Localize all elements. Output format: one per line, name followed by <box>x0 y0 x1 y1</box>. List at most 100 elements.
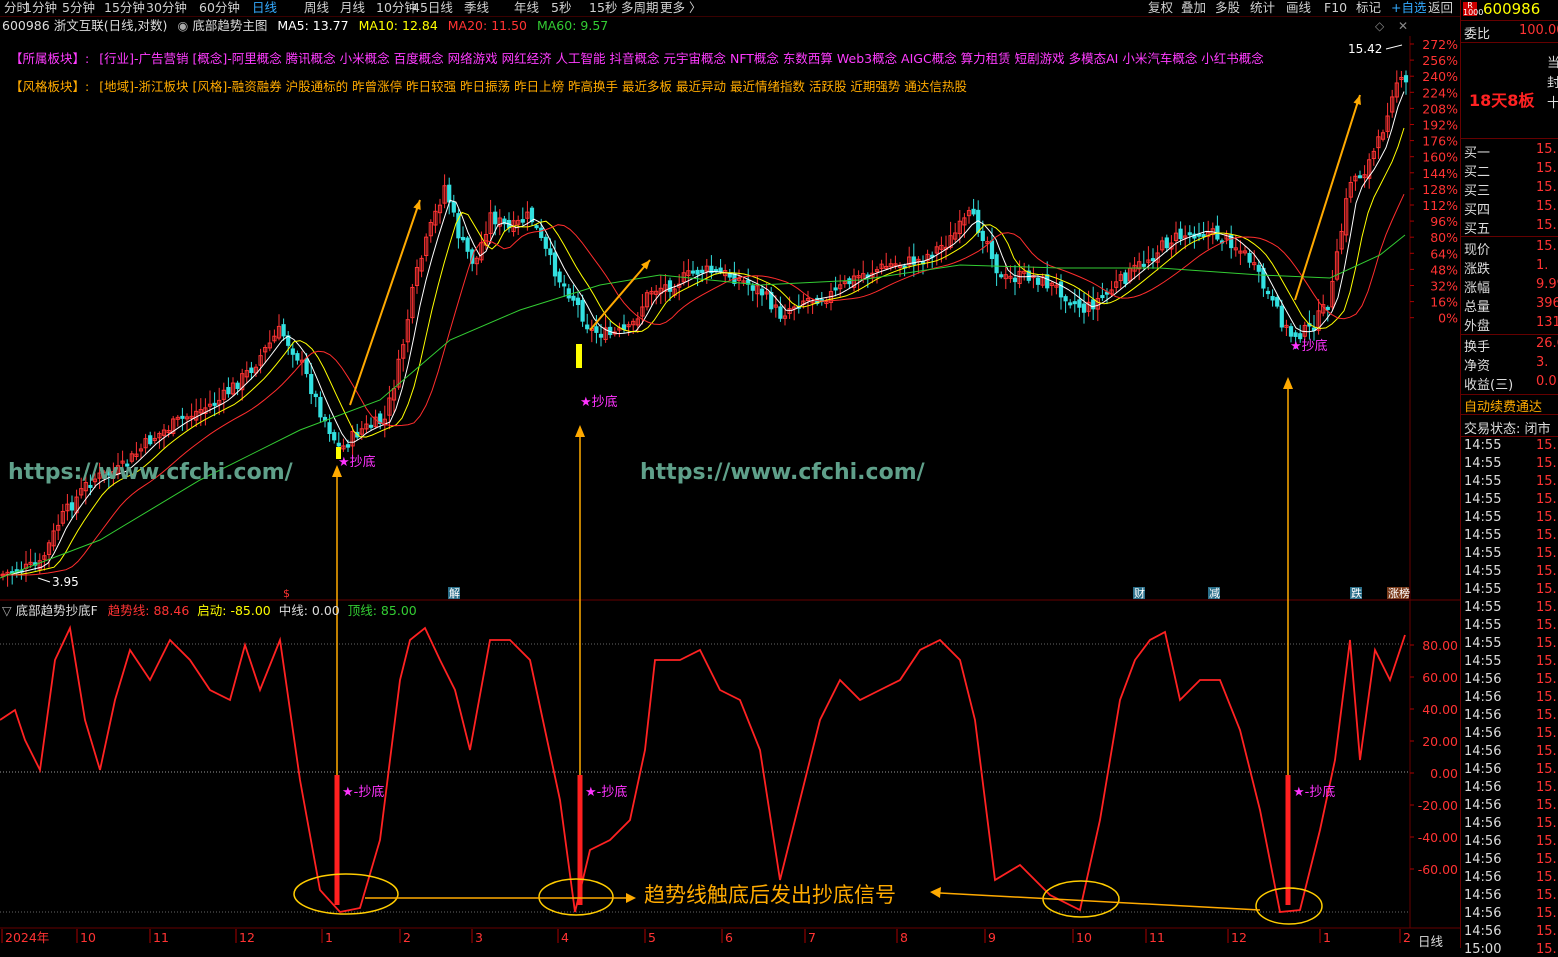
candle-body <box>847 278 852 285</box>
candle-body <box>1141 263 1146 267</box>
side-char-1: 当 <box>1547 56 1558 71</box>
candle-body <box>580 300 585 322</box>
event-marker-2: 财 <box>1134 586 1145 600</box>
candle-body <box>1012 277 1018 283</box>
candle-body <box>1058 281 1064 298</box>
bid-label-0: 买一 <box>1464 146 1491 161</box>
candle-body <box>520 219 525 223</box>
sub-title[interactable]: 底部趋势抄底F <box>16 603 98 618</box>
candle-body <box>1403 75 1409 83</box>
candle-body <box>226 387 231 395</box>
axes: 272%256%240%224%208%192%176%160%144%128%… <box>1 37 1458 945</box>
pct-tick-label: 160% <box>1422 150 1458 165</box>
tick-time-23: 14:56 <box>1464 852 1502 867</box>
candle-body <box>1150 258 1156 262</box>
panel-stock-code: 600986 <box>1483 0 1541 18</box>
top-value: 顶线: 85.00 <box>347 603 417 618</box>
tick-time-10: 14:55 <box>1464 618 1502 633</box>
event-marker-0: $ <box>283 587 290 600</box>
tick-time-7: 14:55 <box>1464 564 1502 579</box>
stat-value-0: 15. <box>1536 239 1557 254</box>
date-label: 4 <box>561 930 569 945</box>
renew-notice[interactable]: 自动续费通达 <box>1464 396 1542 415</box>
tick-time-27: 14:56 <box>1464 924 1502 939</box>
rise-arrow <box>589 259 651 331</box>
tick-price-20: 15. <box>1536 798 1557 813</box>
signal-annotation: 趋势线触底后发出抄底信号 <box>644 883 896 907</box>
stat-label-4: 外盘 <box>1464 319 1491 334</box>
pct-tick-label: 48% <box>1430 262 1458 277</box>
tick-price-27: 15. <box>1536 924 1557 939</box>
pct-tick-label: 256% <box>1422 53 1458 68</box>
bottom-ellipse <box>293 873 399 915</box>
candle-body <box>304 358 309 375</box>
rise-arrowhead <box>1353 95 1361 105</box>
sub-signal-label: ★-抄底 <box>1293 784 1335 800</box>
candle-body <box>148 435 153 445</box>
tick-time-16: 14:56 <box>1464 726 1502 741</box>
candle-body <box>1100 295 1105 299</box>
candle-body <box>281 324 286 337</box>
pct-tick-label: 32% <box>1430 278 1458 293</box>
tick-price-8: 15. <box>1536 582 1557 597</box>
pct-tick-label: 128% <box>1422 182 1458 197</box>
candle-body <box>566 288 571 299</box>
pct-tick-label: 224% <box>1422 85 1458 100</box>
tick-price-6: 15. <box>1536 546 1557 561</box>
tick-time-18: 14:56 <box>1464 762 1502 777</box>
candle-body <box>1035 277 1041 285</box>
tick-time-17: 14:56 <box>1464 744 1502 759</box>
main-signal-label: ★抄底 <box>338 454 376 470</box>
candle-body <box>1091 299 1096 310</box>
candle-body <box>598 333 604 338</box>
sub-tick-label: 0.00 <box>1430 766 1458 781</box>
date-label: 8 <box>900 930 908 945</box>
date-label: 12 <box>239 930 255 945</box>
pct-tick-label: 240% <box>1422 69 1458 84</box>
candle-body <box>562 283 567 287</box>
ma20-line <box>0 193 1405 576</box>
tick-time-24: 14:56 <box>1464 870 1502 885</box>
sub-collapse-icon[interactable]: ▽ <box>2 603 12 618</box>
annotation-arrow <box>939 892 1261 911</box>
candle-body <box>235 382 240 389</box>
date-label: 2 <box>1403 930 1411 945</box>
candle-body <box>594 326 599 333</box>
pct-tick-label: 208% <box>1422 101 1458 116</box>
signal-arrowhead <box>575 425 585 437</box>
candle-body <box>750 285 755 291</box>
tick-price-13: 15. <box>1536 672 1557 687</box>
period-label[interactable]: 日线 <box>1418 931 1443 950</box>
bid-label-4: 买五 <box>1464 222 1491 237</box>
tick-time-28: 15:00 <box>1464 942 1502 957</box>
side-char-2: 封 <box>1547 76 1558 91</box>
candle-body <box>534 225 539 229</box>
candle-body <box>1325 306 1330 310</box>
tick-time-9: 14:55 <box>1464 600 1502 615</box>
stat2-label-0: 换手 <box>1464 340 1491 355</box>
candle-body <box>1275 297 1280 307</box>
pct-tick-label: 80% <box>1430 230 1458 245</box>
candle-body <box>327 422 332 435</box>
event-marker-4: 跌 <box>1351 586 1362 600</box>
tick-time-11: 14:55 <box>1464 636 1502 651</box>
candle-body <box>778 306 783 319</box>
event-marker-1: 解 <box>449 586 460 600</box>
event-marker-3: 减 <box>1209 587 1220 600</box>
r-logo-icon: R 1000 <box>1463 1 1484 17</box>
candle-body <box>1256 264 1261 272</box>
candle-body <box>493 211 498 225</box>
tick-price-24: 15. <box>1536 870 1557 885</box>
date-label: 2024年 <box>5 930 49 945</box>
tick-time-20: 14:56 <box>1464 798 1502 813</box>
tick-price-11: 15. <box>1536 636 1557 651</box>
candle-body <box>309 373 314 395</box>
tick-time-5: 14:55 <box>1464 528 1502 543</box>
tick-time-22: 14:56 <box>1464 834 1502 849</box>
candle-body <box>313 393 318 398</box>
stat-value-2: 9.99 <box>1536 277 1558 292</box>
candle-body <box>690 270 696 274</box>
tick-time-1: 14:55 <box>1464 456 1502 471</box>
candle-body <box>585 324 590 330</box>
candle-body <box>1068 302 1073 306</box>
